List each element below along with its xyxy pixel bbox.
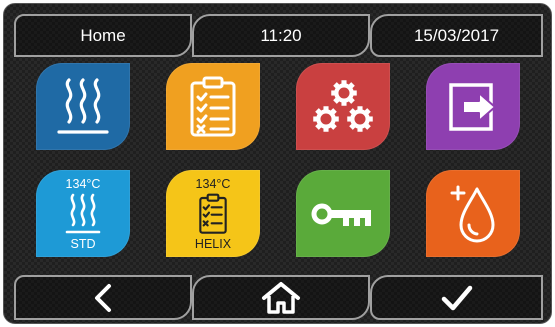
water-drop-plus-icon [450, 185, 495, 242]
date-text: 15/03/2017 [413, 25, 500, 45]
gears-icon [310, 77, 376, 137]
std-temperature: 134°C [65, 176, 101, 191]
clock: 11:20 [192, 14, 370, 57]
checkmark-icon [441, 285, 472, 310]
page-title-text: Home [80, 25, 126, 45]
water-tile[interactable] [426, 170, 520, 257]
exit-arrow-icon [449, 82, 496, 131]
settings-tile[interactable] [296, 63, 390, 150]
exit-tile[interactable] [426, 63, 520, 150]
helix-temperature: 134°C [195, 176, 231, 191]
steam-heat-icon [57, 77, 109, 134]
std-label: STD [70, 236, 96, 251]
clock-text: 11:20 [260, 25, 302, 45]
clipboard-checklist-icon [190, 76, 236, 136]
helix-cycle-tile[interactable]: 134°C HELIX [166, 170, 260, 257]
std-cycle-tile[interactable]: 134°C STD [36, 170, 130, 257]
date-display: 15/03/2017 [370, 14, 543, 57]
page-title: Home [14, 14, 192, 57]
top-status-bar: Home 11:20 15/03/2017 [14, 14, 543, 57]
clipboard-checklist-icon [199, 193, 227, 234]
device-screen: Home 11:20 15/03/2017 134°C STD 134°C HE… [3, 3, 552, 324]
steam-heat-icon [65, 193, 101, 233]
home-button[interactable] [192, 275, 370, 320]
key-icon [311, 203, 371, 226]
chevron-left-icon [95, 283, 111, 312]
confirm-button[interactable] [370, 275, 543, 320]
bottom-nav-bar [14, 275, 543, 320]
checklist-tile[interactable] [166, 63, 260, 150]
back-button[interactable] [14, 275, 192, 320]
helix-label: HELIX [194, 236, 232, 251]
heating-tile[interactable] [36, 63, 130, 150]
key-tile[interactable] [296, 170, 390, 257]
home-icon [262, 281, 300, 314]
